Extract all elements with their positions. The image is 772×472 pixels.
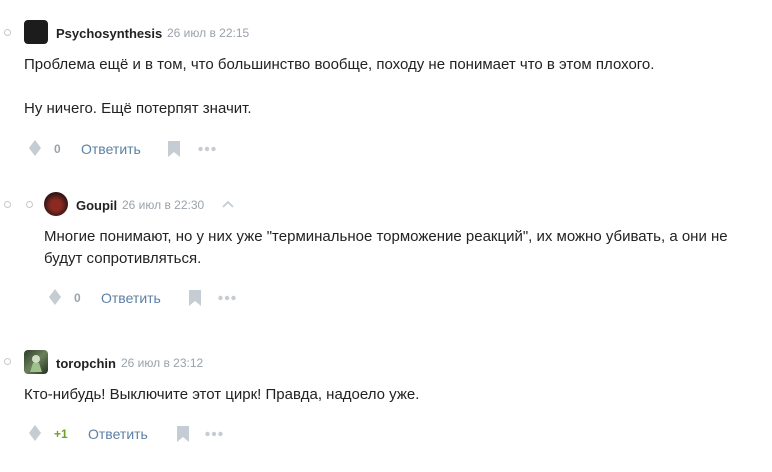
comment-time[interactable]: 26 июл в 22:30 [122, 198, 204, 212]
comment-actions: 0 Ответить [28, 139, 228, 159]
avatar[interactable] [24, 350, 48, 374]
thread-dot[interactable] [4, 29, 11, 36]
bookmark-icon[interactable] [168, 141, 180, 157]
vote-count: 0 [74, 291, 81, 305]
comment-text: Многие понимают, но у них уже "терминаль… [44, 226, 754, 270]
comment-time[interactable]: 26 июл в 22:15 [167, 26, 249, 40]
comment-actions: 0 Ответить [48, 288, 248, 308]
comment-actions: +1 Ответить [28, 424, 228, 444]
comment-text-line: Кто-нибудь! Выключите этот цирк! Правда,… [24, 386, 420, 403]
comment: Goupil 26 июл в 22:30 Многие понимают, н… [0, 175, 772, 325]
comment-text: Кто-нибудь! Выключите этот цирк! Правда,… [24, 384, 744, 406]
vote-count: 0 [54, 142, 61, 156]
more-icon[interactable] [198, 141, 216, 157]
vote-icon[interactable] [48, 288, 62, 306]
comment-text-line: Проблема ещё и в том, что большинство во… [24, 56, 655, 73]
more-icon[interactable] [218, 290, 236, 306]
comment-text: Проблема ещё и в том, что большинство во… [24, 54, 744, 120]
vote-icon[interactable] [28, 424, 42, 442]
avatar[interactable] [24, 20, 48, 44]
author-name[interactable]: Psychosynthesis [56, 26, 162, 41]
reply-button[interactable]: Ответить [88, 426, 148, 442]
reply-button[interactable]: Ответить [101, 290, 161, 306]
author-name[interactable]: toropchin [56, 356, 116, 371]
more-icon[interactable] [205, 426, 223, 442]
comment-text-line: Ну ничего. Ещё потерпят значит. [24, 100, 252, 117]
bookmark-icon[interactable] [189, 290, 201, 306]
avatar[interactable] [44, 192, 68, 216]
thread-dot[interactable] [4, 358, 11, 365]
comment-text-line: Многие понимают, но у них уже "терминаль… [44, 228, 728, 245]
bookmark-icon[interactable] [177, 426, 189, 442]
reply-button[interactable]: Ответить [81, 141, 141, 157]
vote-count: +1 [54, 427, 68, 441]
avatar-image [30, 355, 42, 372]
comment-text-line: будут сопротивляться. [44, 250, 202, 267]
collapse-up-icon[interactable] [221, 199, 235, 209]
comment: toropchin 26 июл в 23:12 Кто-нибудь! Вык… [0, 325, 772, 472]
comment: Psychosynthesis 26 июл в 22:15 Проблема … [0, 0, 772, 175]
thread-dot[interactable] [4, 201, 11, 208]
vote-icon[interactable] [28, 139, 42, 157]
author-name[interactable]: Goupil [76, 198, 117, 213]
thread-dot[interactable] [26, 201, 33, 208]
comment-time[interactable]: 26 июл в 23:12 [121, 356, 203, 370]
